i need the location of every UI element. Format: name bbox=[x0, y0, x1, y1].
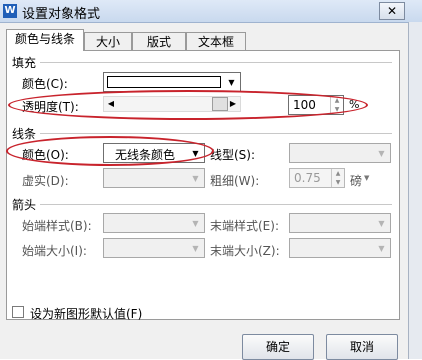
weight-value: 0.75 bbox=[294, 171, 321, 185]
dash-label: 虚实(D): bbox=[22, 174, 69, 188]
begin-size-dropdown[interactable]: ▼ bbox=[103, 238, 205, 258]
chevron-down-icon: ▼ bbox=[192, 243, 199, 253]
fill-section-title: 填充 bbox=[12, 56, 37, 70]
window-edge bbox=[408, 22, 422, 359]
weight-input[interactable]: 0.75 ▲ ▼ bbox=[289, 168, 345, 188]
chevron-down-icon[interactable]: ▼ bbox=[364, 174, 369, 182]
chevron-down-icon: ▼ bbox=[378, 148, 385, 158]
chevron-down-icon: ▼ bbox=[192, 218, 199, 228]
window-title: 设置对象格式 bbox=[22, 7, 101, 22]
begin-style-dropdown[interactable]: ▼ bbox=[103, 213, 205, 233]
tab-size[interactable]: 大小 bbox=[84, 32, 132, 50]
line-style-label: 线型(S): bbox=[210, 148, 256, 162]
begin-style-label: 始端样式(B): bbox=[22, 219, 92, 233]
wps-app-icon: W bbox=[3, 4, 17, 18]
line-style-dropdown[interactable]: ▼ bbox=[289, 143, 391, 163]
fill-divider bbox=[40, 62, 392, 63]
close-button[interactable]: ✕ bbox=[379, 2, 405, 20]
close-icon: ✕ bbox=[386, 4, 398, 18]
arrows-divider bbox=[40, 204, 392, 205]
arrows-section-title: 箭头 bbox=[12, 198, 37, 212]
line-divider bbox=[40, 133, 392, 134]
cancel-button[interactable]: 取消 bbox=[326, 334, 398, 360]
chevron-down-icon: ▼ bbox=[378, 243, 385, 253]
spinner-arrows-icon[interactable]: ▲ ▼ bbox=[331, 169, 344, 187]
fill-color-swatch bbox=[107, 76, 221, 88]
red-annotation-ellipse bbox=[6, 136, 214, 166]
end-size-dropdown[interactable]: ▼ bbox=[289, 238, 391, 258]
default-checkbox-label: 设为新图形默认值(F) bbox=[30, 307, 143, 321]
chevron-down-icon: ▼ bbox=[228, 77, 235, 87]
line-section-title: 线条 bbox=[12, 127, 37, 141]
dash-dropdown[interactable]: ▼ bbox=[103, 168, 205, 188]
fill-color-dropdown[interactable]: ▼ bbox=[103, 72, 241, 92]
begin-size-label: 始端大小(I): bbox=[22, 244, 87, 258]
chevron-down-icon: ▼ bbox=[378, 218, 385, 228]
end-size-label: 末端大小(Z): bbox=[210, 244, 280, 258]
tab-layout[interactable]: 版式 bbox=[132, 32, 186, 50]
weight-unit: 磅 bbox=[350, 174, 363, 188]
ok-button[interactable]: 确定 bbox=[242, 334, 314, 360]
default-checkbox[interactable] bbox=[12, 306, 24, 318]
title-bar: W 设置对象格式 ✕ bbox=[0, 0, 422, 23]
fill-color-label: 颜色(C): bbox=[22, 77, 68, 91]
tab-color-and-line[interactable]: 颜色与线条 bbox=[6, 29, 84, 51]
weight-label: 粗细(W): bbox=[210, 174, 260, 188]
red-annotation-ellipse bbox=[8, 90, 368, 120]
tab-textbox[interactable]: 文本框 bbox=[186, 32, 246, 50]
end-style-label: 末端样式(E): bbox=[210, 219, 279, 233]
end-style-dropdown[interactable]: ▼ bbox=[289, 213, 391, 233]
chevron-down-icon: ▼ bbox=[192, 173, 199, 183]
